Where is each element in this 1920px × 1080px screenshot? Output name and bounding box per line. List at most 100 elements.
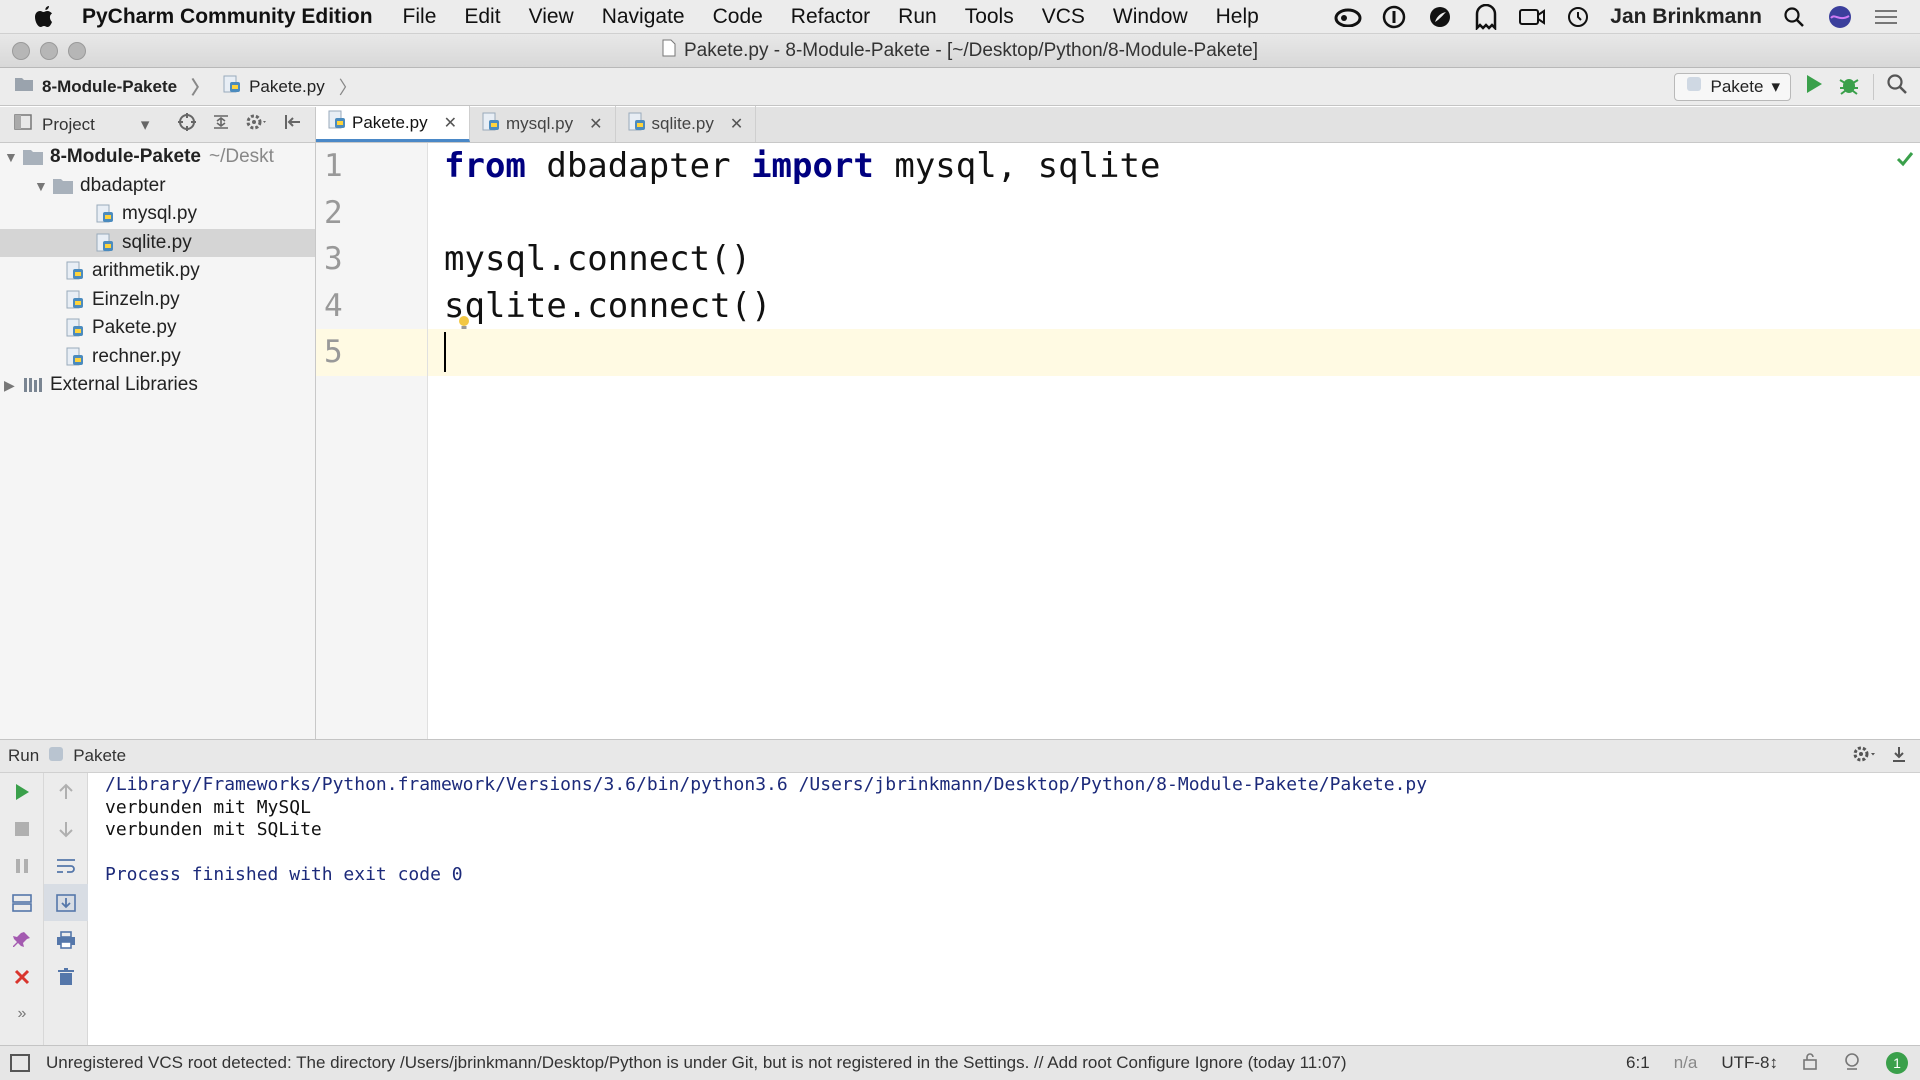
hide-panel-icon[interactable]: [283, 112, 303, 137]
gear-icon[interactable]: [245, 112, 269, 137]
apple-icon[interactable]: [28, 2, 62, 32]
line-number: 1: [324, 148, 343, 185]
tab-mysql-py[interactable]: mysql.py ✕: [470, 106, 616, 142]
event-log-badge[interactable]: 1: [1886, 1052, 1908, 1074]
menu-vcs[interactable]: VCS: [1042, 5, 1085, 29]
run-panel-config-name[interactable]: Pakete: [73, 746, 126, 766]
code-editor[interactable]: from dbadapter import mysql, sqlite mysq…: [428, 143, 1920, 739]
tree-item-label: Pakete.py: [92, 317, 177, 339]
clear-all-trash-icon[interactable]: [44, 958, 88, 995]
tree-item-einzeln[interactable]: Einzeln.py: [0, 286, 315, 315]
line-separator-indicator[interactable]: n/a: [1674, 1053, 1698, 1073]
tree-item-arithmetik[interactable]: arithmetik.py: [0, 257, 315, 286]
code-line-3[interactable]: mysql.connect(): [428, 236, 1920, 283]
app-name-menu[interactable]: PyCharm Community Edition: [82, 5, 373, 29]
file-encoding[interactable]: UTF-8↕: [1721, 1053, 1778, 1073]
user-name[interactable]: Jan Brinkmann: [1610, 5, 1762, 29]
menu-window[interactable]: Window: [1113, 5, 1188, 29]
stop-button[interactable]: [0, 810, 44, 847]
inspection-ok-check-icon[interactable]: [1896, 151, 1914, 172]
menu-view[interactable]: View: [529, 5, 574, 29]
collapse-all-icon[interactable]: [211, 112, 231, 137]
close-tab-icon[interactable]: ✕: [444, 113, 457, 133]
search-everywhere-icon[interactable]: [1886, 73, 1908, 100]
tree-item-label: dbadapter: [80, 174, 166, 196]
spotlight-search-icon[interactable]: [1780, 3, 1808, 31]
rerun-button[interactable]: [0, 773, 44, 810]
expand-arrow-icon[interactable]: ▼: [4, 149, 22, 165]
expand-arrow-icon[interactable]: ▼: [34, 178, 52, 194]
run-configuration-dropdown[interactable]: Pakete ▾: [1673, 72, 1791, 101]
window-zoom-button[interactable]: [68, 42, 86, 60]
close-tab-icon[interactable]: ✕: [589, 114, 602, 134]
menu-navigate[interactable]: Navigate: [602, 5, 685, 29]
expand-arrow-icon[interactable]: ▶: [4, 377, 22, 394]
tab-pakete-py[interactable]: Pakete.py ✕: [316, 106, 471, 142]
time-machine-icon[interactable]: [1564, 3, 1592, 31]
intention-bulb-icon[interactable]: [458, 303, 470, 331]
debug-button[interactable]: [1837, 72, 1861, 101]
console-line-command: /Library/Frameworks/Python.framework/Ver…: [105, 774, 1428, 795]
code-import-names: mysql, sqlite: [873, 146, 1161, 187]
notification-center-icon[interactable]: [1872, 3, 1900, 31]
menu-edit[interactable]: Edit: [464, 5, 500, 29]
python-file-icon: [328, 110, 346, 135]
window-close-button[interactable]: [12, 42, 30, 60]
tree-item-external-libraries[interactable]: ▶ External Libraries: [0, 371, 315, 400]
hide-panel-icon[interactable]: [1890, 745, 1908, 768]
run-console-output[interactable]: /Library/Frameworks/Python.framework/Ver…: [88, 773, 1920, 1045]
tree-item-pakete[interactable]: Pakete.py: [0, 314, 315, 343]
project-view-selector[interactable]: Project: [42, 115, 95, 135]
code-line-5[interactable]: [428, 329, 1920, 376]
gear-icon[interactable]: [1852, 744, 1878, 769]
python-file-icon: [64, 318, 86, 338]
caret-position[interactable]: 6:1: [1626, 1053, 1650, 1073]
close-tab-icon[interactable]: ✕: [730, 114, 743, 134]
ghost-icon[interactable]: [1472, 3, 1500, 31]
menu-run[interactable]: Run: [898, 5, 937, 29]
scroll-to-end-icon[interactable]: [44, 884, 88, 921]
restore-layout-icon[interactable]: [0, 884, 44, 921]
vcs-notification-message[interactable]: Unregistered VCS root detected: The dire…: [46, 1053, 1347, 1073]
breadcrumb-project[interactable]: 8-Module-Pakete 〉: [0, 74, 209, 100]
run-button[interactable]: [1803, 73, 1825, 100]
scroll-up-icon[interactable]: [44, 773, 88, 810]
print-icon[interactable]: [44, 921, 88, 958]
window-minimize-button[interactable]: [40, 42, 58, 60]
scroll-down-icon[interactable]: [44, 810, 88, 847]
scroll-from-source-icon[interactable]: [177, 112, 197, 137]
menu-tools[interactable]: Tools: [965, 5, 1014, 29]
tree-item-mysql[interactable]: mysql.py: [0, 200, 315, 229]
menu-file[interactable]: File: [403, 5, 437, 29]
toggle-tool-windows-icon[interactable]: [10, 1054, 30, 1072]
camera-icon[interactable]: [1518, 3, 1546, 31]
code-line-2[interactable]: [428, 190, 1920, 237]
tree-item-sqlite[interactable]: sqlite.py: [0, 228, 315, 257]
menu-code[interactable]: Code: [713, 5, 763, 29]
creative-cloud-icon[interactable]: [1334, 3, 1362, 31]
folder-icon: [14, 76, 34, 97]
more-actions-icon[interactable]: »: [0, 995, 44, 1032]
close-run-icon[interactable]: [0, 958, 44, 995]
onepassword-icon[interactable]: [1380, 3, 1408, 31]
breadcrumb-file[interactable]: Pakete.py 〉: [209, 74, 357, 100]
pin-tab-icon[interactable]: [0, 921, 44, 958]
code-line-4[interactable]: sqlite.connect(): [428, 283, 1920, 331]
siri-icon[interactable]: [1826, 3, 1854, 31]
tab-sqlite-py[interactable]: sqlite.py ✕: [616, 106, 757, 142]
folder-icon: [52, 176, 74, 196]
line-number: 4: [324, 287, 343, 324]
tree-item-dbadapter[interactable]: ▼ dbadapter: [0, 172, 315, 201]
read-only-lock-icon[interactable]: [1802, 1052, 1818, 1075]
pause-button[interactable]: [0, 847, 44, 884]
menu-help[interactable]: Help: [1216, 5, 1259, 29]
tree-item-rechner[interactable]: rechner.py: [0, 343, 315, 372]
inspector-icon[interactable]: [1842, 1051, 1862, 1076]
soft-wrap-icon[interactable]: [44, 847, 88, 884]
leaf-icon[interactable]: [1426, 3, 1454, 31]
tree-item-project-root[interactable]: ▼ 8-Module-Pakete ~/Deskt: [0, 143, 315, 172]
code-line-1[interactable]: from dbadapter import mysql, sqlite: [428, 143, 1920, 190]
chevron-down-icon[interactable]: ▾: [141, 115, 150, 135]
menu-refactor[interactable]: Refactor: [791, 5, 870, 29]
